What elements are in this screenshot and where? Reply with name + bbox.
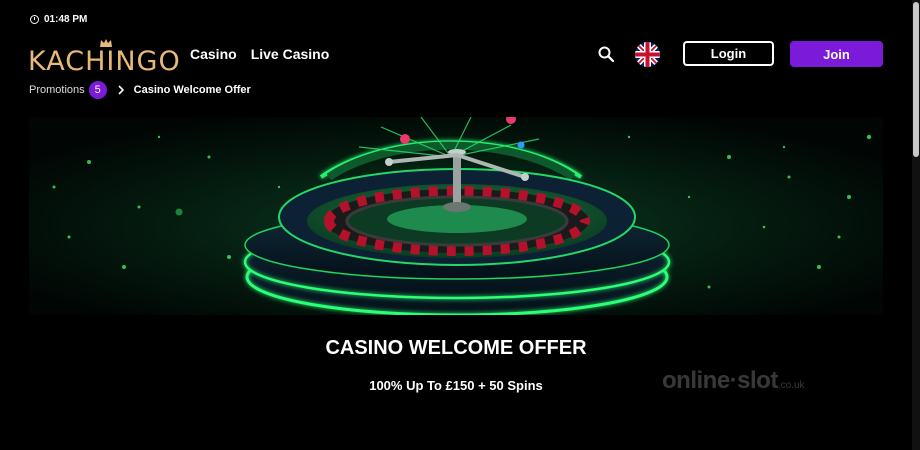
watermark-logo: online·slot.co.uk bbox=[662, 367, 805, 395]
main-nav: Casino Live Casino bbox=[190, 46, 329, 62]
promo-banner bbox=[29, 117, 883, 315]
brand-logo[interactable]: KACHINGO bbox=[28, 39, 181, 77]
promotions-count-badge: 5 bbox=[88, 81, 107, 99]
status-time: 01:48 PM bbox=[44, 14, 88, 25]
roulette-wheel-image bbox=[29, 117, 883, 315]
watermark-text: online·slot bbox=[662, 367, 778, 394]
join-button[interactable]: Join bbox=[790, 41, 883, 67]
promo-title: CASINO WELCOME OFFER bbox=[325, 337, 587, 359]
scrollbar-thumb[interactable] bbox=[913, 2, 919, 157]
logo-text: KACHINGO bbox=[28, 46, 181, 77]
watermark-suffix: .co.uk bbox=[777, 380, 805, 391]
page-scrollbar[interactable] bbox=[912, 0, 920, 450]
login-button[interactable]: Login bbox=[683, 41, 774, 66]
breadcrumb-promotions[interactable]: Promotions bbox=[29, 84, 85, 96]
chevron-right-icon bbox=[118, 85, 124, 95]
crown-icon bbox=[100, 39, 112, 47]
clock-icon bbox=[30, 15, 39, 24]
nav-casino[interactable]: Casino bbox=[190, 46, 237, 62]
breadcrumb-current: Casino Welcome Offer bbox=[133, 84, 251, 96]
status-bar: 01:48 PM bbox=[30, 14, 87, 25]
uk-flag-icon[interactable] bbox=[635, 42, 660, 67]
nav-live-casino[interactable]: Live Casino bbox=[251, 46, 330, 62]
search-icon[interactable] bbox=[597, 45, 615, 63]
breadcrumb: Promotions 5 Casino Welcome Offer bbox=[29, 81, 251, 99]
